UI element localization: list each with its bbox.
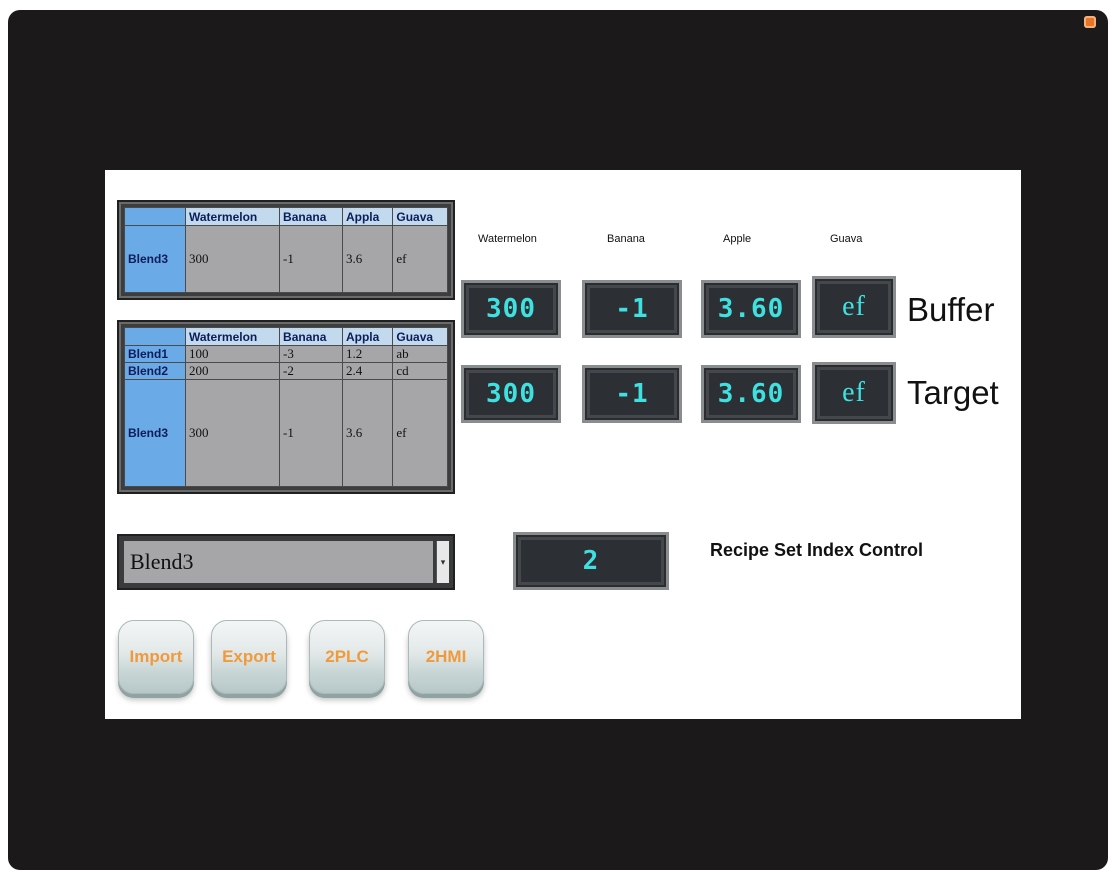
table-cell[interactable]: 1.2	[341, 345, 394, 363]
hmi-screen: Watermelon Banana Appla Guava Blend3 300…	[105, 170, 1021, 719]
target-banana-display: -1	[582, 365, 682, 423]
column-label-watermelon: Watermelon	[478, 233, 537, 245]
table-cell[interactable]: -3	[279, 345, 343, 363]
table-cell[interactable]: 3.6	[341, 225, 394, 293]
table-cell[interactable]: 2.4	[341, 362, 394, 380]
table-cell[interactable]: 200	[184, 362, 281, 380]
table-cell[interactable]: 300	[184, 225, 281, 293]
table-row[interactable]: Blend1 100 -3 1.2 ab	[124, 345, 448, 363]
status-led-icon	[1084, 16, 1096, 28]
export-button[interactable]: Export	[211, 620, 287, 694]
column-header: Guava	[392, 327, 448, 346]
table-cell[interactable]: -1	[279, 225, 343, 293]
column-header: Appla	[341, 327, 394, 346]
to-plc-button[interactable]: 2PLC	[309, 620, 385, 694]
recipe-index-display: 2	[513, 532, 669, 590]
table-cell[interactable]: ef	[392, 379, 448, 487]
column-header: Banana	[279, 207, 343, 226]
table-cell[interactable]: -1	[279, 379, 343, 487]
recipe-select-value[interactable]: Blend3	[124, 541, 433, 583]
table-row[interactable]: Blend2 200 -2 2.4 cd	[124, 362, 448, 380]
column-header: Banana	[279, 327, 343, 346]
import-button[interactable]: Import	[118, 620, 194, 694]
column-header: Watermelon	[184, 207, 281, 226]
table-cell[interactable]: ef	[392, 225, 448, 293]
to-hmi-button[interactable]: 2HMI	[408, 620, 484, 694]
table-row[interactable]: Blend3 300 -1 3.6 ef	[124, 379, 448, 487]
buffer-label: Buffer	[907, 291, 995, 328]
target-watermelon-display: 300	[461, 365, 561, 423]
target-label: Target	[907, 374, 999, 411]
buffer-banana-display: -1	[582, 280, 682, 338]
dropdown-arrow-icon[interactable]: ▾	[436, 541, 449, 583]
table-cell[interactable]: ab	[392, 345, 448, 363]
table-cell[interactable]: -2	[279, 362, 343, 380]
column-header: Guava	[392, 207, 448, 226]
column-label-apple: Apple	[723, 233, 752, 245]
table-corner	[124, 207, 186, 226]
buffer-recipe-table: Watermelon Banana Appla Guava Blend3 300…	[117, 200, 455, 300]
recipe-select-dropdown[interactable]: Blend3 ▾	[117, 534, 455, 590]
column-header: Appla	[341, 207, 394, 226]
table-cell[interactable]: 3.6	[341, 379, 394, 487]
target-guava-display: ef	[812, 362, 896, 424]
recipe-table: Watermelon Banana Appla Guava Blend1 100…	[117, 320, 455, 494]
row-header: Blend3	[124, 225, 186, 293]
row-header: Blend3	[124, 379, 186, 487]
buffer-apple-display: 3.60	[701, 280, 801, 338]
column-header: Watermelon	[184, 327, 281, 346]
row-header: Blend2	[124, 362, 186, 380]
row-header: Blend1	[124, 345, 186, 363]
table-corner	[124, 327, 186, 346]
buffer-watermelon-display: 300	[461, 280, 561, 338]
table-row[interactable]: Blend3 300 -1 3.6 ef	[124, 225, 448, 293]
table-cell[interactable]: cd	[392, 362, 448, 380]
table-cell[interactable]: 100	[184, 345, 281, 363]
column-label-banana: Banana	[607, 233, 645, 245]
column-label-guava: Guava	[830, 233, 863, 245]
target-apple-display: 3.60	[701, 365, 801, 423]
table-cell[interactable]: 300	[184, 379, 281, 487]
buffer-guava-display: ef	[812, 276, 896, 338]
recipe-set-index-label: Recipe Set Index Control	[710, 540, 924, 560]
